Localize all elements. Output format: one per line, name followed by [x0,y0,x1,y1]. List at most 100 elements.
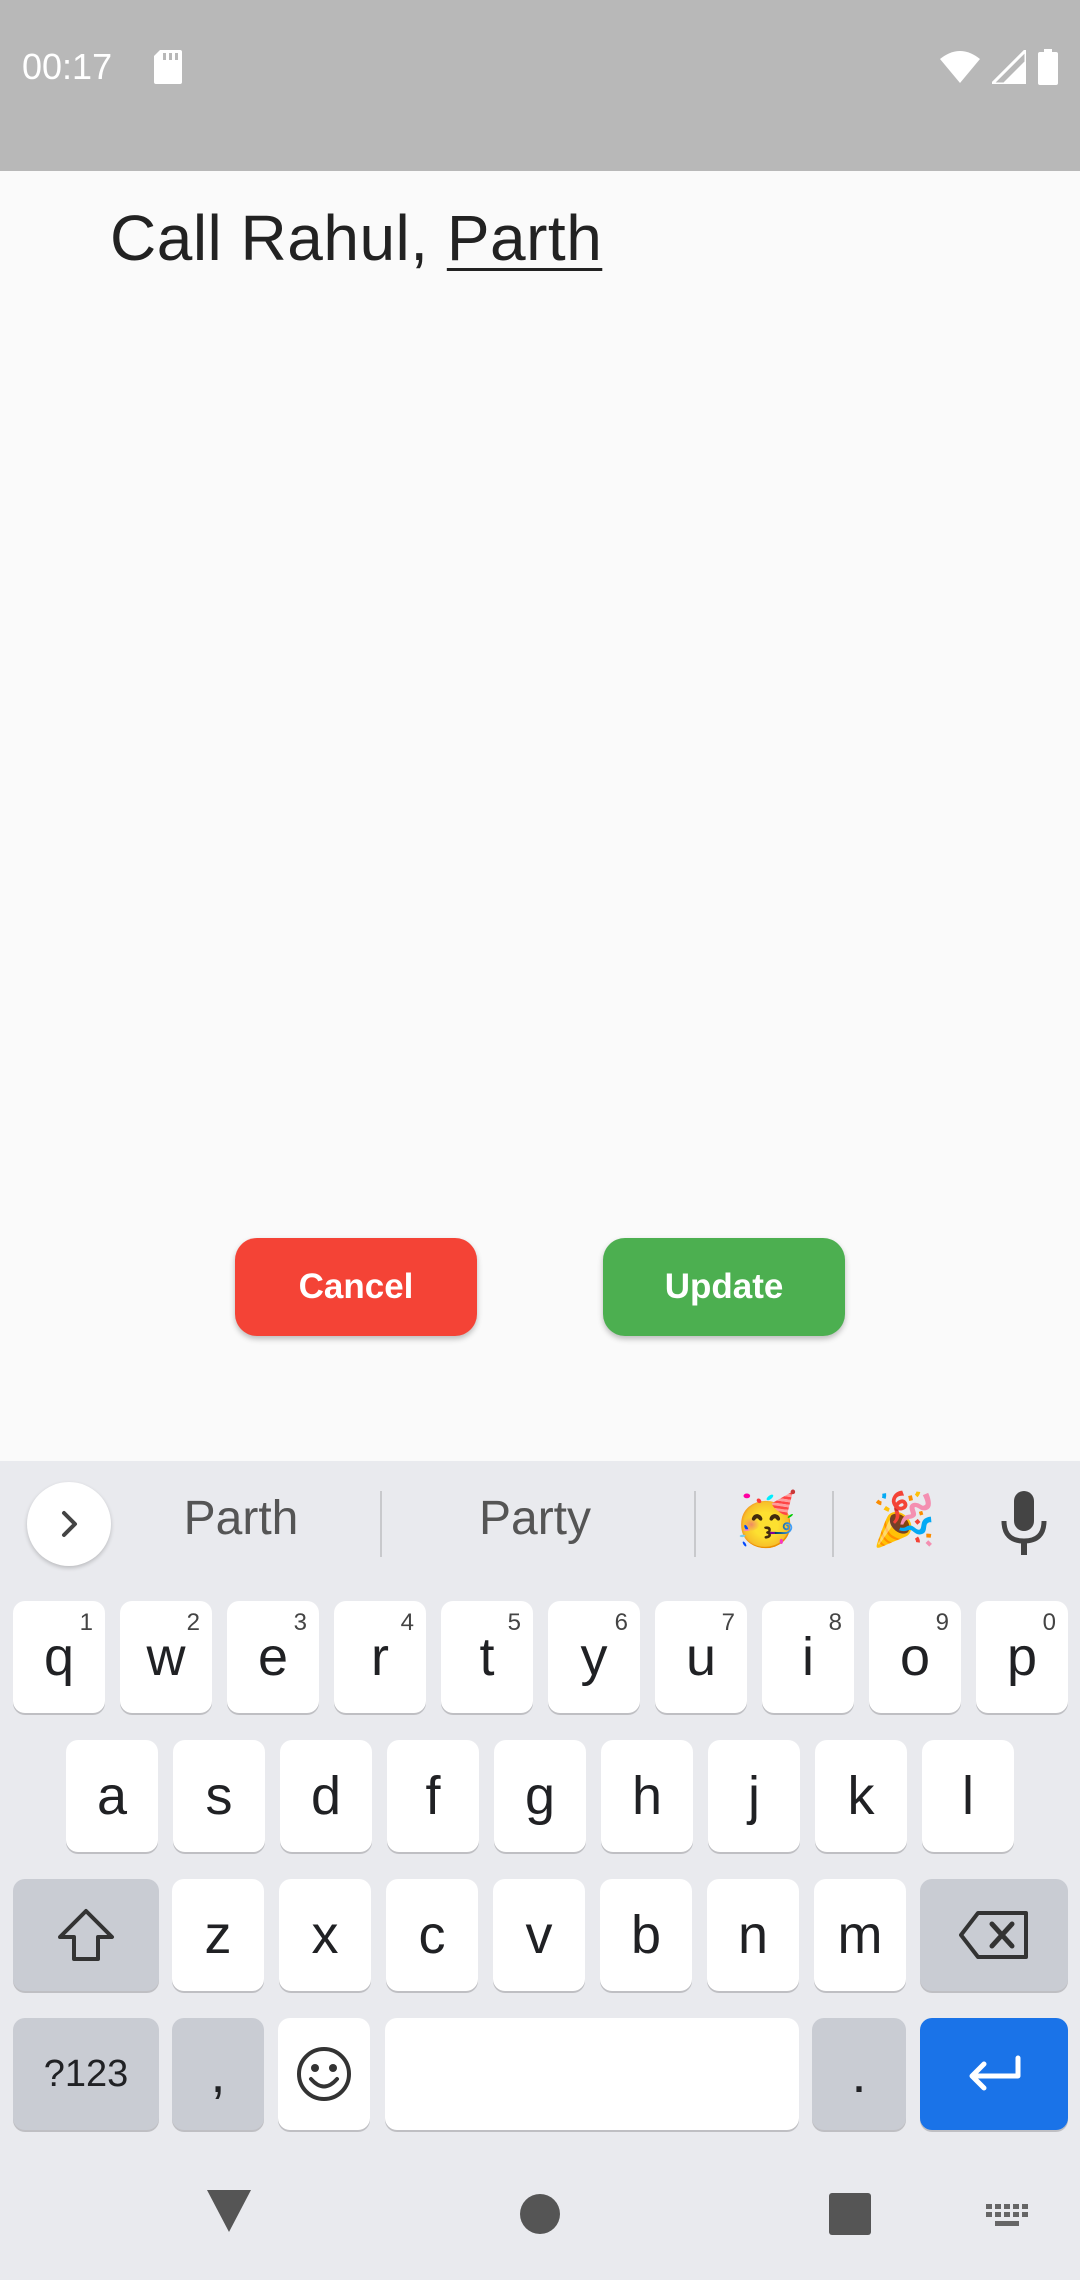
signal-icon [992,50,1026,84]
key-q[interactable]: q1 [13,1601,105,1713]
status-bar: 00:17 [0,0,1080,171]
microphone-icon[interactable] [996,1491,1052,1557]
key-label: h [631,1766,663,1826]
space-key[interactable] [385,2018,799,2130]
key-label: e [257,1627,289,1687]
emoji-suggestion-1[interactable]: 🥳 [726,1489,806,1550]
suggestion-2[interactable]: Party [390,1491,680,1546]
key-m[interactable]: m [814,1879,906,1991]
backspace-icon [959,1911,1028,1959]
back-icon[interactable] [205,2188,253,2234]
shift-key[interactable] [13,1879,159,1991]
cancel-button[interactable]: Cancel [235,1238,477,1336]
key-label: x [311,1905,339,1965]
soft-keyboard: Parth Party 🥳 🎉 ?123 , . q 1 w 2 e 3 r 4… [0,1461,1080,2280]
symbols-key[interactable]: ?123 [13,2018,159,2130]
divider [832,1491,834,1557]
key-hint: 6 [614,1609,628,1636]
key-hint: 7 [721,1609,735,1636]
composing-text: Parth [446,202,603,274]
key-label: g [524,1766,556,1826]
key-label: p [1006,1627,1038,1687]
key-label: d [310,1766,342,1826]
sd-card-icon [154,50,182,84]
committed-text: Call Rahul, [110,202,447,274]
key-l[interactable]: l [922,1740,1014,1852]
suggestion-1[interactable]: Parth [130,1491,352,1546]
key-label: m [837,1905,883,1965]
key-f[interactable]: f [387,1740,479,1852]
key-g[interactable]: g [494,1740,586,1852]
key-hint: 4 [400,1609,414,1636]
key-label: v [525,1905,553,1965]
key-s[interactable]: s [173,1740,265,1852]
emoji-suggestion-2[interactable]: 🎉 [864,1489,944,1550]
key-label: y [580,1627,608,1687]
key-y[interactable]: y6 [548,1601,640,1713]
update-button[interactable]: Update [603,1238,845,1336]
period-key[interactable]: . [812,2018,906,2130]
key-i[interactable]: i8 [762,1601,854,1713]
task-text-field[interactable]: Call Rahul, Parth [110,201,602,275]
key-b[interactable]: b [600,1879,692,1991]
divider [694,1491,696,1557]
key-v[interactable]: v [493,1879,585,1991]
key-p[interactable]: p0 [976,1601,1068,1713]
key-t[interactable]: t5 [441,1601,533,1713]
key-r[interactable]: r4 [334,1601,426,1713]
key-label: o [899,1627,931,1687]
key-h[interactable]: h [601,1740,693,1852]
key-label: k [847,1766,875,1826]
key-n[interactable]: n [707,1879,799,1991]
shift-icon [58,1909,114,1961]
key-label: r [371,1627,389,1687]
keyboard-switch-icon[interactable] [986,2204,1030,2228]
key-label: z [204,1905,232,1965]
key-hint: 5 [507,1609,521,1636]
battery-icon [1038,49,1058,85]
backspace-key[interactable] [920,1879,1068,1991]
recents-icon[interactable] [829,2193,871,2235]
key-label: n [737,1905,769,1965]
wifi-icon [940,51,980,83]
key-label: q [43,1627,75,1687]
key-c[interactable]: c [386,1879,478,1991]
key-k[interactable]: k [815,1740,907,1852]
key-label: c [418,1905,446,1965]
key-label: l [962,1766,974,1826]
key-label: a [96,1766,128,1826]
key-hint: 8 [828,1609,842,1636]
key-e[interactable]: e3 [227,1601,319,1713]
key-label: u [685,1627,717,1687]
key-z[interactable]: z [172,1879,264,1991]
key-label: w [146,1627,186,1687]
home-icon[interactable] [519,2193,561,2235]
expand-toolbar-button[interactable] [27,1482,111,1566]
key-hint: 3 [293,1609,307,1636]
key-label: f [425,1766,441,1826]
key-label: j [748,1766,760,1826]
navigation-bar [0,2160,1080,2280]
key-u[interactable]: u7 [655,1601,747,1713]
enter-icon [969,2055,1021,2091]
emoji-key[interactable] [278,2018,370,2130]
enter-key[interactable] [920,2018,1068,2130]
suggestion-strip: Parth Party 🥳 🎉 [0,1461,1080,1587]
key-w[interactable]: w2 [120,1601,212,1713]
key-a[interactable]: a [66,1740,158,1852]
key-label: i [802,1627,814,1687]
key-hint: 1 [79,1609,93,1636]
edit-area[interactable]: Call Rahul, Parth [0,171,1080,1461]
status-time: 00:17 [22,46,113,87]
key-hint: 2 [186,1609,200,1636]
key-label: b [630,1905,662,1965]
key-o[interactable]: o9 [869,1601,961,1713]
key-j[interactable]: j [708,1740,800,1852]
status-icons [940,48,1058,86]
chevron-right-icon [62,1511,77,1537]
divider [380,1491,382,1557]
key-label: t [479,1627,495,1687]
key-x[interactable]: x [279,1879,371,1991]
comma-key[interactable]: , [172,2018,264,2130]
key-d[interactable]: d [280,1740,372,1852]
